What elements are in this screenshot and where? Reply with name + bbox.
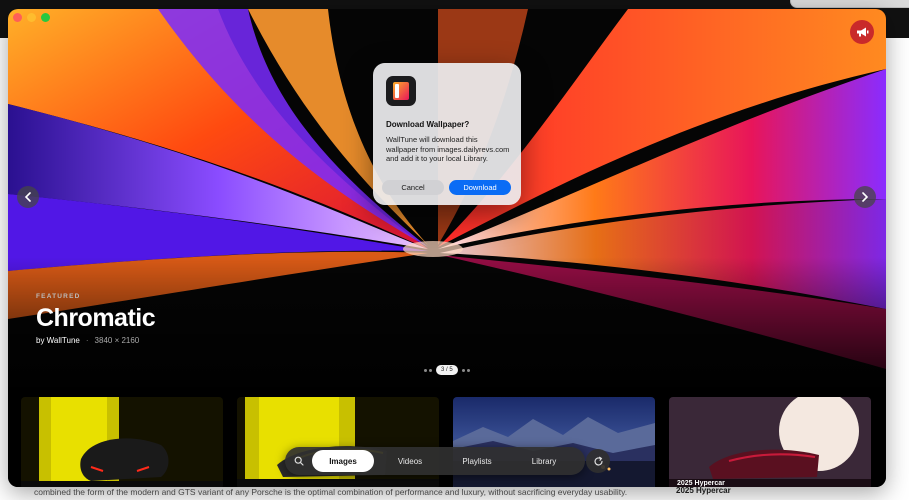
- window-minimize-button[interactable]: [27, 13, 36, 22]
- wallpaper-thumbnail[interactable]: [21, 397, 223, 487]
- meta-separator: ·: [85, 336, 89, 345]
- search-button[interactable]: [289, 451, 309, 471]
- download-button[interactable]: Download: [449, 180, 511, 195]
- featured-label: FEATURED: [36, 293, 81, 300]
- pager-dot[interactable]: [424, 368, 427, 372]
- bottom-tab-bar: Images Videos Playlists Library: [285, 447, 585, 475]
- search-icon: [294, 456, 304, 466]
- thumbnail-image: [669, 397, 871, 487]
- chevron-right-icon: [862, 192, 869, 202]
- hero-title: Chromatic: [36, 304, 156, 332]
- pager-dot[interactable]: [461, 368, 465, 372]
- pager-count: 3 / 5: [436, 365, 458, 375]
- hero-pager: 3 / 5: [424, 365, 470, 375]
- window-maximize-button[interactable]: [41, 13, 50, 22]
- chevron-left-icon: [24, 192, 31, 202]
- hero-meta: by WallTune · 3840 × 2160: [36, 336, 139, 345]
- previous-wallpaper-button[interactable]: [17, 186, 39, 208]
- pager-dot[interactable]: [429, 368, 432, 372]
- download-dialog: Download Wallpaper? WallTune will downlo…: [373, 63, 521, 205]
- thumbnail-image: [21, 397, 223, 487]
- app-icon: [386, 76, 416, 106]
- walltune-window: FEATURED Chromatic by WallTune · 3840 × 21…: [8, 9, 886, 487]
- wallpaper-thumbnail[interactable]: 2025 Hypercar: [669, 397, 871, 487]
- thumbnail-caption: 2025 Hypercar: [677, 480, 725, 487]
- cancel-button[interactable]: Cancel: [382, 180, 444, 195]
- tab-library[interactable]: Library: [513, 450, 575, 472]
- tab-playlists[interactable]: Playlists: [446, 450, 508, 472]
- refresh-icon: [593, 456, 603, 465]
- walltune-app-icon: [393, 82, 409, 100]
- refresh-button[interactable]: [586, 449, 610, 473]
- hero-resolution: 3840 × 2160: [94, 336, 140, 345]
- megaphone-icon: [856, 27, 868, 37]
- dialog-message: WallTune will download this wallpaper fr…: [386, 135, 510, 163]
- background-page-heading: 2025 Hypercar: [676, 486, 731, 495]
- tab-videos[interactable]: Videos: [379, 450, 441, 472]
- hero-author[interactable]: by WallTune: [36, 336, 80, 345]
- next-wallpaper-button[interactable]: [854, 186, 876, 208]
- background-page-pill: [790, 0, 909, 8]
- background-page-text: combined the form of the modern and GTS …: [34, 487, 628, 497]
- tab-images[interactable]: Images: [312, 450, 374, 472]
- dialog-title: Download Wallpaper?: [386, 120, 470, 129]
- pager-dot[interactable]: [466, 368, 470, 372]
- window-close-button[interactable]: [13, 13, 22, 22]
- announcements-button[interactable]: [850, 20, 874, 44]
